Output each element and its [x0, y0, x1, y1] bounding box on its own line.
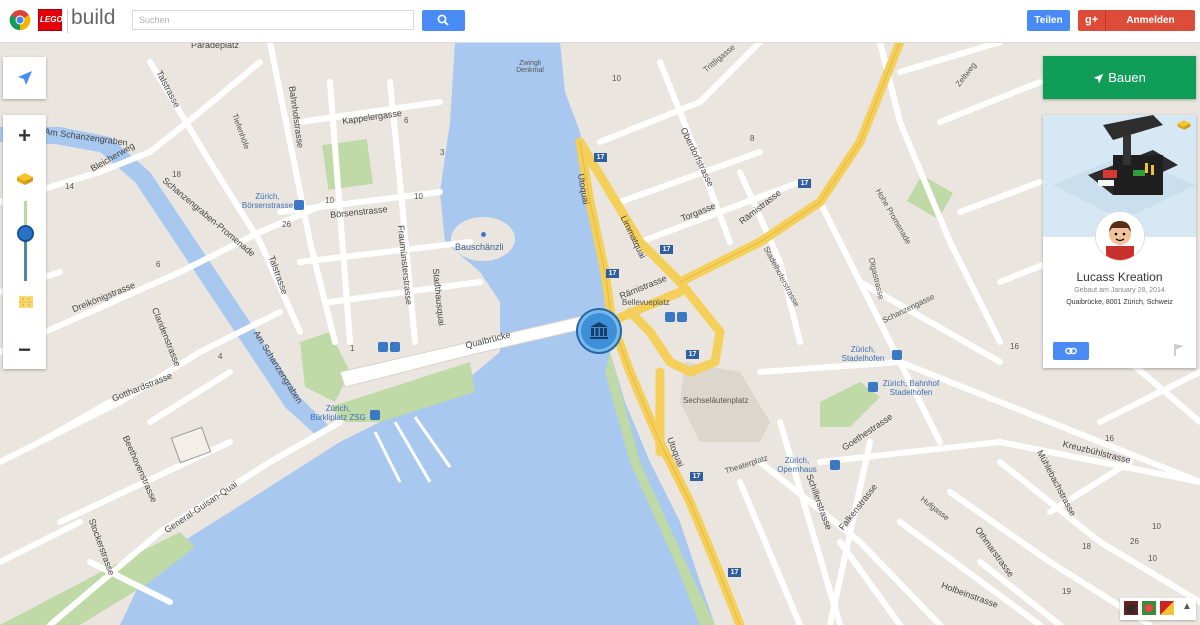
navigation-arrow-icon	[18, 71, 32, 85]
google-plus-icon: g+	[1085, 14, 1099, 26]
route-shield: 17	[686, 350, 699, 359]
search-input[interactable]	[132, 10, 414, 30]
top-bar: LEGO build Teilen g+ Anmelden	[0, 0, 1200, 43]
route-shield: 17	[690, 472, 703, 481]
house-number: 26	[1130, 537, 1139, 546]
house-number: 18	[172, 170, 181, 179]
avatar[interactable]	[1095, 211, 1145, 261]
build-button[interactable]: Bauen	[1043, 56, 1196, 99]
house-number: 19	[1062, 587, 1071, 596]
zoom-slider-handle[interactable]	[17, 225, 34, 242]
house-number: 10	[1148, 554, 1157, 563]
lego-brick-icon[interactable]	[15, 172, 35, 186]
route-shield: 17	[606, 269, 619, 278]
island-marker	[481, 232, 486, 237]
locate-button[interactable]	[3, 57, 46, 99]
tram-icon[interactable]	[370, 410, 380, 420]
house-number: 10	[414, 192, 423, 201]
brand-title: build	[71, 6, 116, 29]
house-number: 14	[65, 182, 74, 191]
route-shield: 17	[660, 245, 673, 254]
monument-label: Zwingli Denkmal	[516, 60, 544, 74]
house-number: 18	[1082, 542, 1091, 551]
house-number: 3	[440, 148, 445, 157]
tram-icon[interactable]	[830, 460, 840, 470]
house-number: 8	[750, 134, 755, 143]
museum-icon	[590, 322, 608, 339]
lego-brick-icon[interactable]	[1176, 119, 1192, 131]
thumbnail-icon[interactable]	[1124, 601, 1138, 615]
house-number: 10	[612, 74, 621, 83]
share-link-button[interactable]	[1053, 342, 1089, 360]
route-shield: 17	[594, 153, 607, 162]
lego-minifig-avatar-icon	[1096, 212, 1144, 260]
transit-label: Zürich, Stadelhofen	[841, 345, 885, 363]
place-label: Bellevueplatz	[622, 298, 670, 307]
route-shield: 17	[798, 179, 811, 188]
search-icon	[437, 14, 449, 26]
thumbnail-icon[interactable]	[1160, 601, 1174, 615]
tram-icon[interactable]	[677, 312, 687, 322]
lego-logo[interactable]: LEGO	[38, 9, 63, 31]
house-number: 6	[404, 116, 409, 125]
house-number: 1	[350, 344, 355, 353]
creation-date: Gebaut am January 28, 2014	[1074, 287, 1165, 294]
share-button[interactable]: Teilen	[1027, 10, 1070, 31]
transit-label: Zürich, Bahnhof Stadelhofen	[882, 379, 940, 397]
navigation-arrow-icon	[1093, 73, 1104, 84]
creation-address: Quaibrücke, 8001 Zürich, Schweiz	[1066, 299, 1173, 306]
place-label: Sechseläutenplatz	[683, 396, 749, 405]
zoom-in-button[interactable]: +	[3, 121, 46, 151]
transit-label: Zürich, Opernhaus	[777, 456, 817, 474]
house-number: 6	[156, 260, 161, 269]
creation-title: Lucass Kreation	[1076, 270, 1163, 284]
signin-label: Anmelden	[1126, 15, 1175, 26]
signin-button[interactable]: g+ Anmelden	[1078, 10, 1195, 31]
creation-marker[interactable]	[578, 310, 620, 352]
header-divider	[67, 9, 68, 33]
transit-label: Zürich, Börsenstrasse	[241, 192, 294, 210]
tram-icon[interactable]	[665, 312, 675, 322]
lego-plate-icon[interactable]	[18, 295, 34, 309]
house-number: 16	[1105, 434, 1114, 443]
house-number: 10	[325, 196, 334, 205]
house-number: 16	[1010, 342, 1019, 351]
creation-card: Lucass Kreation Gebaut am January 28, 20…	[1043, 115, 1196, 368]
train-icon[interactable]	[892, 350, 902, 360]
build-button-label: Bauen	[1108, 70, 1146, 85]
creation-thumbnails: ▲	[1120, 598, 1196, 620]
thumbnail-icon[interactable]	[1142, 601, 1156, 615]
train-icon[interactable]	[868, 382, 878, 392]
tram-icon[interactable]	[294, 200, 304, 210]
transit-label: Zürich, Bürkliplatz ZSG	[310, 404, 366, 422]
house-number: 10	[1152, 522, 1161, 531]
house-number: 26	[282, 220, 291, 229]
island-label: Bauschänzli	[455, 242, 504, 252]
chevron-up-icon[interactable]: ▲	[1182, 601, 1192, 612]
search-button[interactable]	[422, 10, 465, 31]
tram-icon[interactable]	[390, 342, 400, 352]
zoom-out-button[interactable]: −	[3, 335, 46, 365]
chrome-logo-icon[interactable]	[9, 9, 31, 31]
link-icon	[1065, 347, 1077, 355]
house-number: 4	[218, 352, 223, 361]
zoom-panel: + −	[3, 115, 46, 369]
flag-icon[interactable]	[1172, 343, 1186, 357]
route-shield: 17	[728, 568, 741, 577]
tram-icon[interactable]	[378, 342, 388, 352]
